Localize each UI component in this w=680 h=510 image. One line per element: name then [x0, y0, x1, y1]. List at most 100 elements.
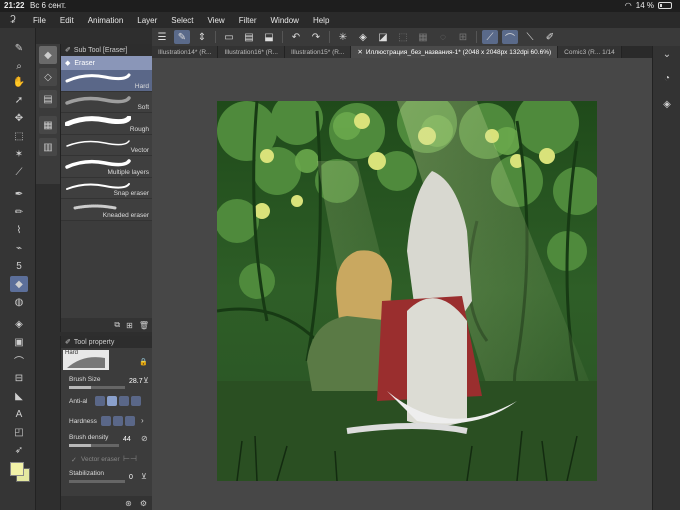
tab-illustration16[interactable]: Illustration16* (R... — [218, 46, 285, 58]
stroke-icon[interactable]: ⟋ — [482, 30, 498, 44]
edit-icon[interactable]: ✐ — [542, 30, 558, 44]
decoration-icon[interactable]: 5 — [10, 258, 28, 274]
copy-subtool-icon[interactable]: ⧉ — [114, 320, 120, 330]
subtool-group-header[interactable]: ◆ Eraser — [61, 56, 152, 70]
close-tab-icon[interactable]: ✕ — [357, 48, 362, 56]
ruler-icon[interactable]: ▦ — [415, 30, 431, 44]
ruler-tool-icon[interactable]: ◣ — [10, 388, 28, 404]
pen-pressure-icon[interactable]: ✎ — [174, 30, 190, 44]
chevron-down-icon[interactable]: ⌄ — [659, 46, 675, 62]
correct-line-icon[interactable]: ➶ — [10, 442, 28, 458]
brush-icon[interactable]: ⌇ — [10, 222, 28, 238]
reset-icon[interactable]: ⊛ — [125, 499, 132, 508]
menu-icon[interactable]: ☰ — [154, 30, 170, 44]
menu-help[interactable]: Help — [306, 16, 336, 25]
menu-layer[interactable]: Layer — [130, 16, 164, 25]
hardness-expand-icon[interactable]: › — [141, 416, 144, 425]
move-layer-icon[interactable]: ✥ — [10, 110, 28, 126]
brush-size-dropdown-icon[interactable]: ⊻ — [143, 376, 149, 385]
brush-size-value[interactable]: 28.7 — [129, 378, 143, 385]
color-wheel-icon[interactable]: ◔ — [659, 70, 675, 86]
antialias-weak[interactable] — [107, 396, 117, 406]
menu-view[interactable]: View — [201, 16, 232, 25]
antialias-medium[interactable] — [119, 396, 129, 406]
brush-item-kneaded-eraser[interactable]: Kneaded eraser — [61, 199, 152, 221]
grid-icon[interactable]: ⊞ — [455, 30, 471, 44]
brush-density-value[interactable]: 44 — [123, 436, 131, 443]
undo-icon[interactable]: ↶ — [288, 30, 304, 44]
stabilization-value[interactable]: 0 — [129, 474, 133, 481]
brush-item-rough[interactable]: Rough — [61, 113, 152, 135]
brush-item-hard[interactable]: Hard — [61, 70, 152, 92]
settings-icon[interactable]: ⚙ — [140, 499, 147, 508]
pencil-icon[interactable]: ✎ — [10, 40, 28, 56]
subtool-add-icon[interactable]: ▦ — [39, 116, 57, 134]
vector-eraser-options[interactable]: ⊢⊣ — [123, 454, 137, 463]
operation-icon[interactable]: ➚ — [10, 92, 28, 108]
clear-icon[interactable]: ✳ — [335, 30, 351, 44]
layers-icon[interactable]: ◈ — [659, 96, 675, 112]
new-file-icon[interactable]: ▭ — [221, 30, 237, 44]
hand-icon[interactable]: ✋ — [10, 74, 28, 90]
subtool-settings-icon[interactable]: ▥ — [39, 138, 57, 156]
antialias-strong[interactable] — [131, 396, 141, 406]
brush-item-multiple-layers[interactable]: Multiple layers — [61, 156, 152, 178]
lock-icon[interactable]: 🔒 — [139, 358, 148, 366]
layer-stack-icon[interactable]: ▤ — [39, 90, 57, 108]
menu-edit[interactable]: Edit — [53, 16, 81, 25]
figure-icon[interactable]: ⌒ — [10, 352, 28, 368]
menu-file[interactable]: File — [26, 16, 53, 25]
text-icon[interactable]: A — [10, 406, 28, 422]
fill-bucket-icon[interactable]: ◈ — [10, 316, 28, 332]
redo-icon[interactable]: ↷ — [308, 30, 324, 44]
delete-subtool-icon[interactable]: 🗑 — [139, 321, 149, 330]
menu-select[interactable]: Select — [164, 16, 200, 25]
menu-window[interactable]: Window — [264, 16, 306, 25]
pen-icon[interactable]: ✒ — [10, 186, 28, 202]
transform-icon[interactable]: ◪ — [375, 30, 391, 44]
tab-illustration14[interactable]: Illustration14* (R... — [152, 46, 219, 58]
zoom-icon[interactable]: ⌕ — [10, 58, 28, 74]
tab-comic3[interactable]: Comic3 (R... 1/14 — [558, 46, 622, 58]
open-file-icon[interactable]: ▤ — [241, 30, 257, 44]
tab-active-document[interactable]: ✕ Иллюстрация_без_названия-1* (2048 x 204… — [351, 46, 559, 58]
stabilization-dropdown-icon[interactable]: ⊻ — [141, 472, 147, 481]
main-color-swatch[interactable] — [10, 462, 24, 476]
canvas-artwork[interactable] — [217, 101, 597, 481]
airbrush-icon[interactable]: ⌁ — [10, 240, 28, 256]
brush-item-snap-eraser[interactable]: Snap eraser — [61, 177, 152, 199]
stroke-line-icon[interactable]: ⟍ — [522, 30, 538, 44]
add-subtool-icon[interactable]: ⊞ — [126, 321, 133, 330]
brush-item-vector[interactable]: Vector — [61, 134, 152, 156]
antialias-none[interactable] — [95, 396, 105, 406]
auto-select-icon[interactable]: ✶ — [10, 146, 28, 162]
brush-size-slider[interactable] — [69, 386, 125, 389]
brush-item-soft[interactable]: Soft — [61, 91, 152, 113]
blend-icon[interactable]: ◍ — [10, 294, 28, 310]
pencil-tool-icon[interactable]: ✏ — [10, 204, 28, 220]
menu-filter[interactable]: Filter — [232, 16, 264, 25]
eraser-icon[interactable]: ◆ — [10, 276, 28, 292]
hardness-3[interactable] — [125, 416, 135, 426]
fill-icon[interactable]: ◈ — [355, 30, 371, 44]
hardness-2[interactable] — [113, 416, 123, 426]
stabilization-slider[interactable] — [69, 480, 125, 483]
lasso-icon[interactable]: ◌ — [435, 30, 451, 44]
app-logo-icon[interactable]: ʡ — [0, 14, 26, 26]
brush-density-pressure-icon[interactable]: ⊘ — [141, 434, 148, 443]
menu-animation[interactable]: Animation — [81, 16, 131, 25]
save-icon[interactable]: ⬓ — [261, 30, 277, 44]
eraser-group-icon[interactable]: ◆ — [39, 46, 57, 64]
stabilizer-icon[interactable]: ⇕ — [194, 30, 210, 44]
frame-icon[interactable]: ⊟ — [10, 370, 28, 386]
hardness-1[interactable] — [101, 416, 111, 426]
brush-density-slider[interactable] — [69, 444, 119, 447]
balloon-icon[interactable]: ◰ — [10, 424, 28, 440]
snap-icon[interactable]: ⬚ — [395, 30, 411, 44]
tab-illustration15[interactable]: Illustration15* (R... — [284, 46, 352, 58]
eyedropper-icon[interactable]: ⟋ — [10, 164, 28, 180]
stroke-curve-icon[interactable]: ⌒ — [502, 30, 518, 45]
selection-icon[interactable]: ⬚ — [10, 128, 28, 144]
vector-eraser-checkbox[interactable]: ✓ — [71, 456, 77, 464]
eraser-alt-icon[interactable]: ◇ — [39, 68, 57, 86]
